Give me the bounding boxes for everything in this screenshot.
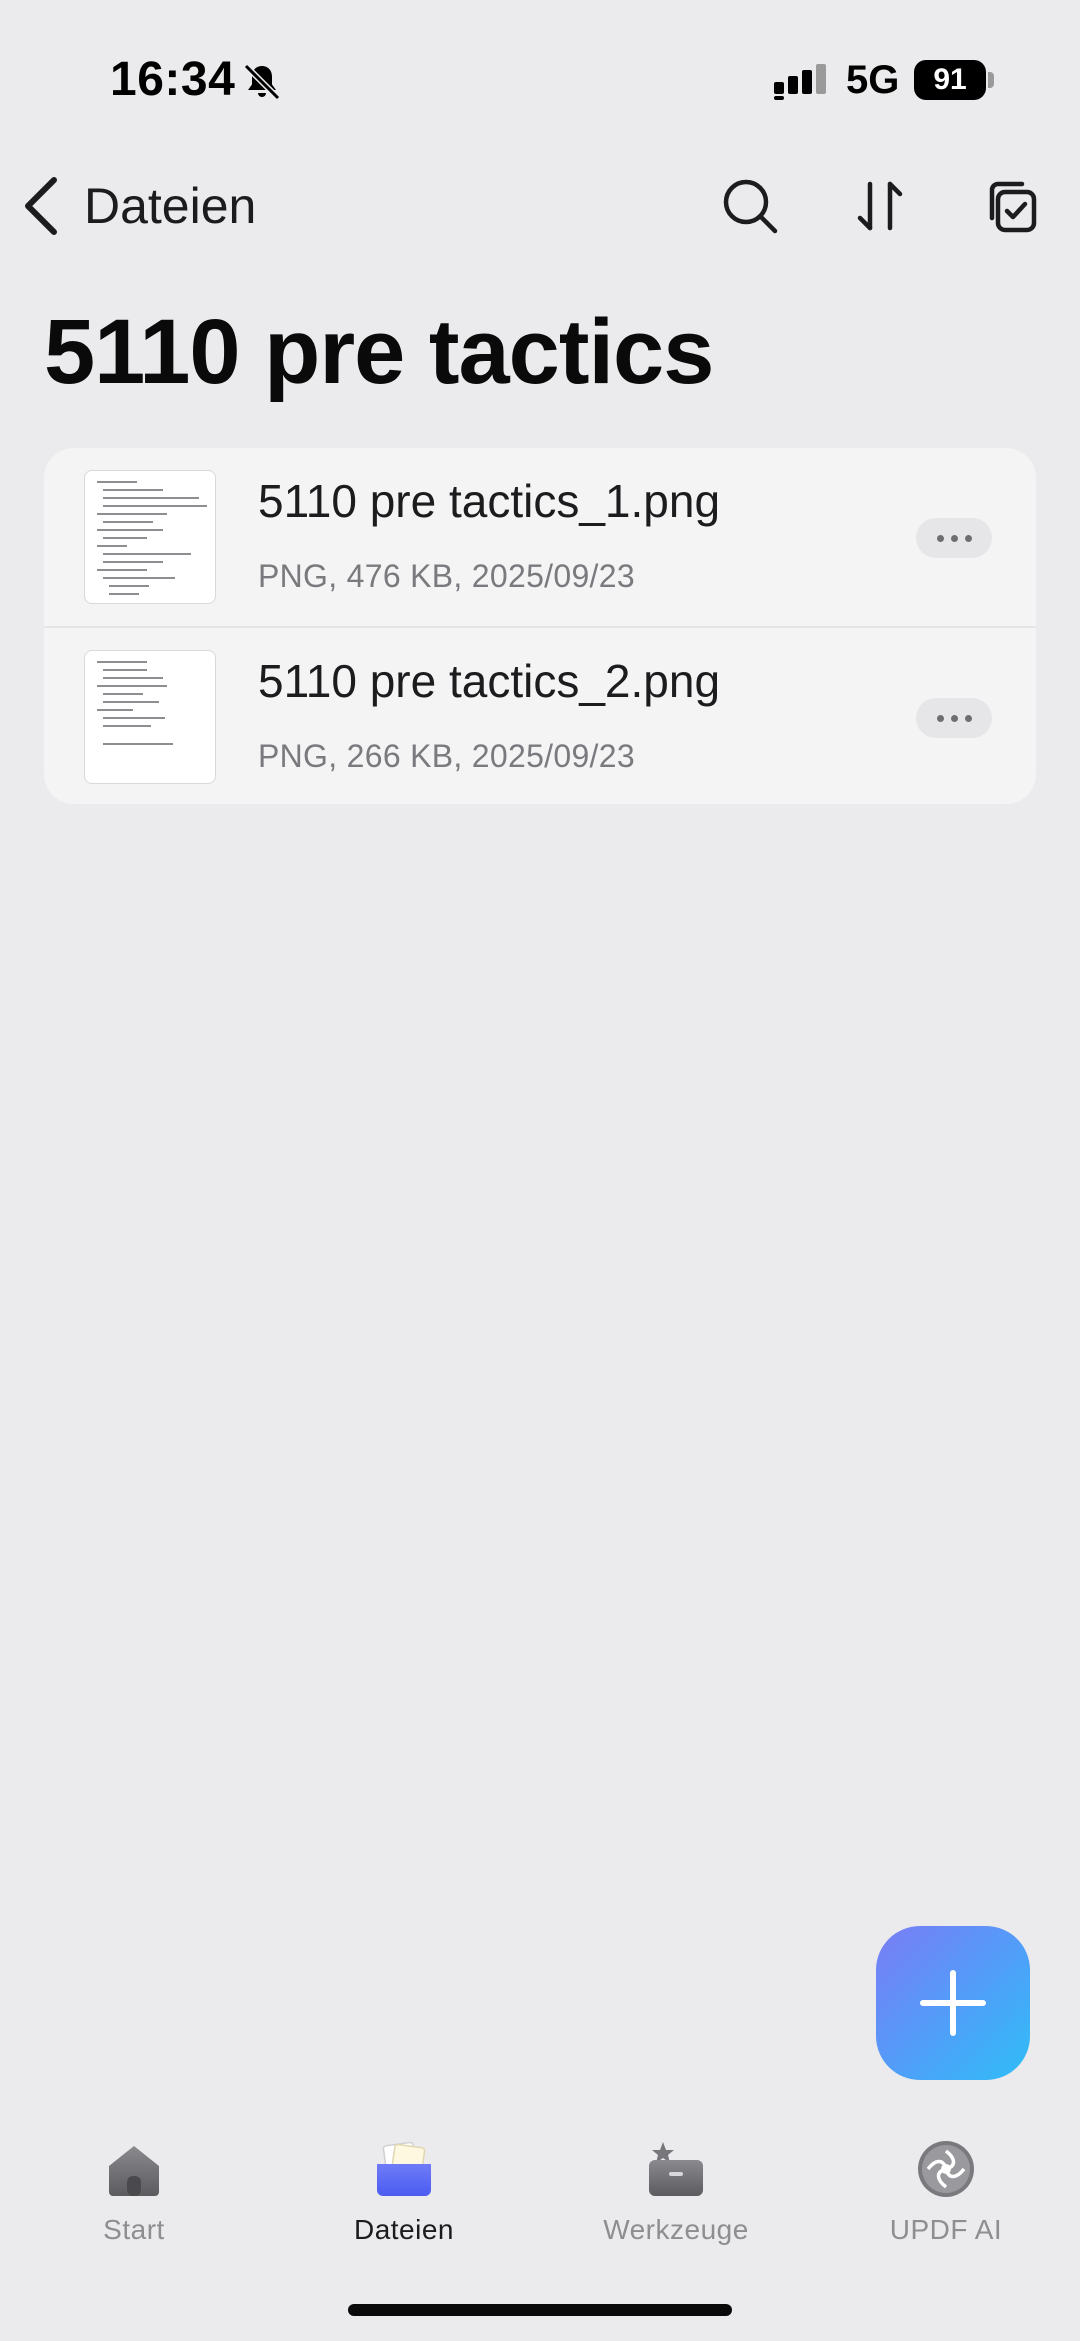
status-time: 16:34 [110, 53, 236, 106]
battery-cap [988, 72, 994, 88]
battery-level: 91 [933, 63, 967, 96]
folder-icon [377, 2141, 431, 2196]
tab-label: Werkzeuge [603, 2214, 749, 2245]
search-icon [723, 179, 778, 234]
file-thumbnail [84, 650, 216, 784]
tab-dateien[interactable]: Dateien [294, 2120, 514, 2260]
toolbox-icon [649, 2142, 703, 2196]
sort-button[interactable] [844, 170, 916, 242]
tab-label: UPDF AI [889, 2214, 1003, 2245]
back-button[interactable]: Dateien [20, 170, 256, 242]
file-meta: PNG, 476 KB, 2025/09/23 [258, 558, 635, 594]
tab-label: Dateien [353, 2214, 454, 2245]
file-row[interactable]: 5110 pre tactics_2.png PNG, 266 KB, 2025… [44, 626, 1036, 804]
select-button[interactable] [974, 170, 1046, 242]
file-thumbnail [84, 470, 216, 604]
back-label: Dateien [84, 178, 257, 234]
home-indicator [348, 2304, 732, 2316]
file-name: 5110 pre tactics_1.png [258, 475, 721, 527]
more-options-button[interactable] [916, 698, 992, 738]
tab-werkzeuge[interactable]: Werkzeuge [566, 2120, 786, 2260]
signal-icon [774, 64, 826, 100]
plus-icon [920, 1970, 986, 2036]
tab-updf-ai[interactable]: UPDF AI [836, 2120, 1056, 2260]
file-list: 5110 pre tactics_1.png PNG, 476 KB, 2025… [44, 448, 1036, 804]
tab-bar: Start Dateien Werkzeuge UPDF AI [0, 2120, 1080, 2260]
file-meta: PNG, 266 KB, 2025/09/23 [258, 738, 635, 774]
more-icon [936, 714, 944, 722]
battery-indicator: 91 [914, 60, 986, 100]
file-name: 5110 pre tactics_2.png [258, 655, 721, 707]
sort-icon [857, 181, 903, 231]
tab-start[interactable]: Start [24, 2120, 244, 2260]
page-title: 5110 pre tactics [44, 301, 714, 403]
file-row[interactable]: 5110 pre tactics_1.png PNG, 476 KB, 2025… [44, 448, 1036, 626]
chevron-left-icon [25, 177, 57, 235]
network-label: 5G [846, 58, 900, 102]
select-icon [989, 181, 1037, 233]
bell-muted-icon [243, 63, 281, 101]
ai-icon [918, 2141, 974, 2197]
search-button[interactable] [714, 170, 786, 242]
screen: 16:34 5G 91 Dateien 5110 pre tactics 511… [0, 0, 1080, 2341]
more-icon [936, 534, 944, 542]
tab-label: Start [103, 2214, 165, 2245]
home-icon [109, 2146, 159, 2196]
add-button[interactable] [876, 1926, 1030, 2080]
more-options-button[interactable] [916, 518, 992, 558]
status-bar: 16:34 5G 91 [0, 0, 1080, 160]
